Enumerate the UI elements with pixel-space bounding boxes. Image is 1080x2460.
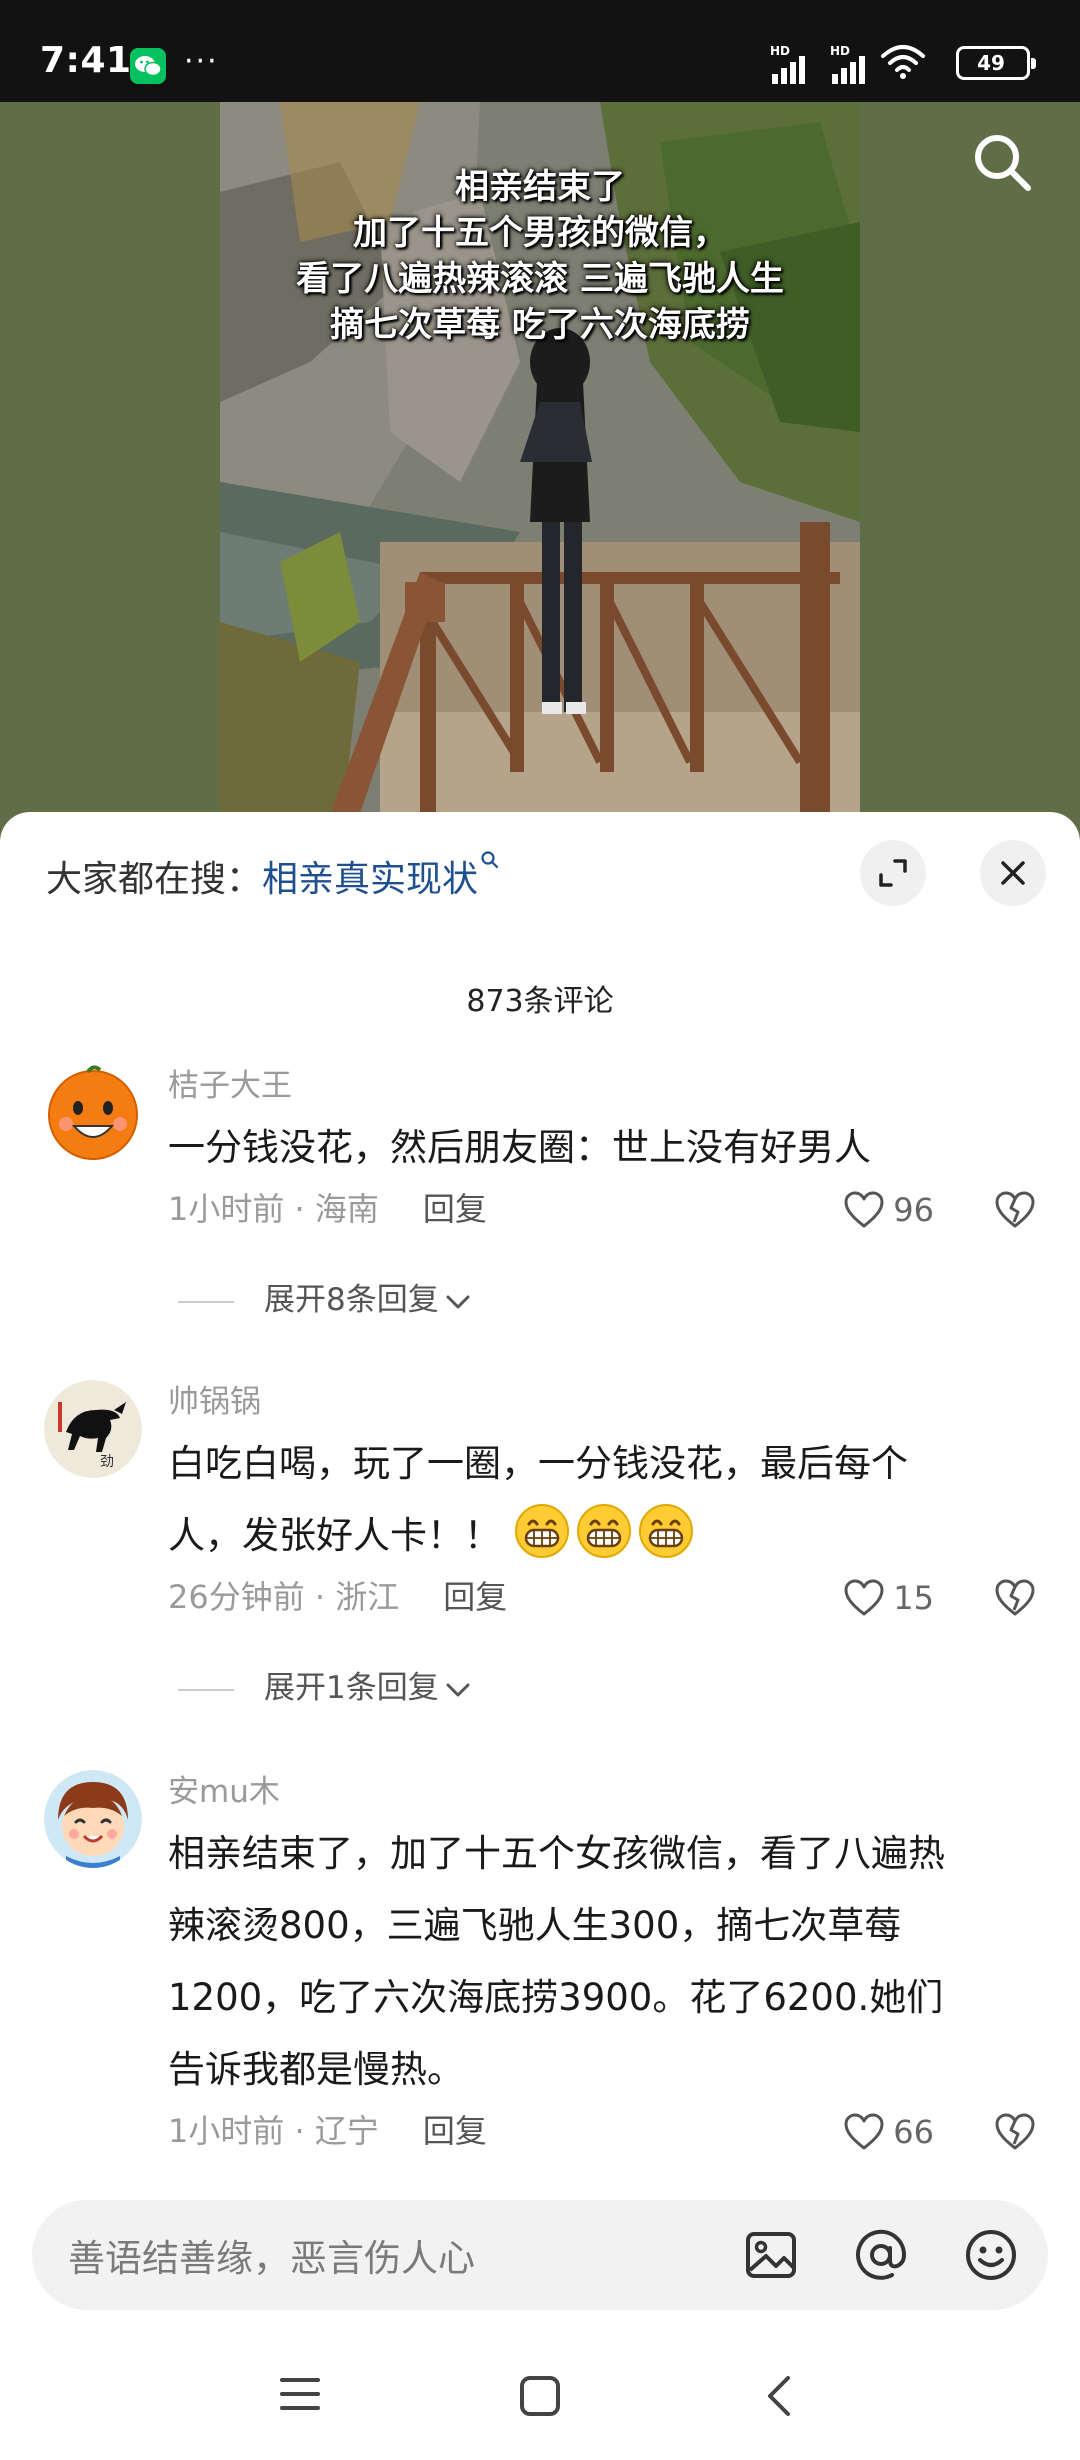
comment-input[interactable]: 善语结善缘，恶言伤人心	[32, 2200, 1048, 2310]
like-count: 66	[893, 2113, 934, 2151]
reply-button[interactable]: 回复	[423, 2112, 487, 2150]
like-count: 15	[893, 1579, 934, 1617]
comment-location: 海南	[314, 1190, 379, 1228]
comment-item: 安mu木 相亲结束了，加了十五个女孩微信，看了八遍热 辣滚烫800，三遍飞驰人生…	[0, 1770, 1080, 2180]
wechat-icon	[130, 48, 166, 84]
avatar[interactable]	[44, 1064, 142, 1162]
more-notifications-icon: ···	[184, 44, 219, 79]
screen: 7:41 ··· HD HD 49 相亲结束了 加了十五个男孩的微信， 看了八遍…	[0, 0, 1080, 2460]
expand-replies[interactable]: 展开8条回复	[178, 1274, 473, 1319]
like-button[interactable]: 66	[843, 2110, 934, 2154]
svg-text:劲: 劲	[100, 1454, 114, 1470]
signal-icon: HD	[770, 44, 826, 84]
grin-emoji-icon	[576, 1504, 631, 1558]
caption-line: 加了十五个男孩的微信，	[353, 213, 727, 253]
comment-text-line: 辣滚烫800，三遍飞驰人生300，摘七次草莓	[168, 1904, 902, 1947]
reply-button[interactable]: 回复	[423, 1190, 487, 1228]
comment-body: 帅锅锅 白吃白喝，玩了一圈，一分钱没花，最后每个 人，发张好人卡！！ 26分钟前…	[168, 1380, 1040, 1622]
divider	[178, 1688, 234, 1691]
comment-count: 873条评论	[466, 984, 614, 1019]
expand-replies-label: 展开1条回复	[264, 1670, 439, 1706]
chevron-down-icon	[446, 1683, 470, 1696]
comment-location: 浙江	[335, 1578, 400, 1616]
like-button[interactable]: 15	[843, 1576, 934, 1620]
comment-item: 桔子大王 一分钱没花，然后朋友圈：世上没有好男人 1小时前 · 海南回复 96	[0, 1064, 1080, 1318]
search-icon[interactable]	[970, 130, 1034, 194]
dislike-icon[interactable]	[994, 2112, 1036, 2152]
grin-emoji-icon	[638, 1504, 693, 1558]
expand-button[interactable]	[860, 840, 926, 906]
comment-text-line: 人，发张好人卡！！	[168, 1500, 1040, 1572]
comment-item: 劲 帅锅锅 白吃白喝，玩了一圈，一分钱没花，最后每个 人，发张好人卡！！ 26分…	[0, 1380, 1080, 1706]
caption-line: 相亲结束了	[455, 167, 625, 207]
comment-username[interactable]: 帅锅锅	[168, 1380, 1040, 1424]
status-icons: HD HD 49	[770, 44, 1036, 84]
comment-time: 1小时前	[168, 2112, 285, 2150]
caption-line: 摘七次草莓 吃了六次海底捞	[330, 305, 750, 345]
caption-line: 看了八遍热辣滚滚 三遍飞驰人生	[296, 259, 784, 299]
comment-text-line: 告诉我都是慢热。	[168, 2048, 464, 2091]
status-bar: 7:41 ··· HD HD 49	[0, 0, 1080, 102]
comment-location: 辽宁	[314, 2112, 379, 2150]
dislike-icon[interactable]	[994, 1190, 1036, 1230]
close-button[interactable]	[980, 840, 1046, 906]
back-icon[interactable]	[758, 2374, 802, 2418]
comment-meta: 1小时前 · 辽宁 回复 66	[168, 2106, 1040, 2156]
comment-text-line-content: 人，发张好人卡！！	[168, 1514, 501, 1557]
reply-button[interactable]: 回复	[443, 1578, 507, 1616]
expand-replies[interactable]: 展开1条回复	[178, 1662, 473, 1707]
divider	[178, 1300, 234, 1303]
comment-text: 相亲结束了，加了十五个女孩微信，看了八遍热 辣滚烫800，三遍飞驰人生300，摘…	[168, 1818, 1040, 2106]
video-caption: 相亲结束了 加了十五个男孩的微信， 看了八遍热辣滚滚 三遍飞驰人生 摘七次草莓 …	[220, 164, 860, 348]
comment-time: 26分钟前	[168, 1578, 305, 1616]
at-icon[interactable]	[854, 2228, 908, 2282]
close-icon	[1001, 861, 1025, 885]
heart-icon	[844, 1579, 884, 1616]
comment-meta: 1小时前 · 海南 回复 96	[168, 1184, 1040, 1234]
hot-search-bar[interactable]: 大家都在搜：相亲真实现状	[46, 850, 500, 902]
status-time: 7:41	[40, 40, 132, 81]
comment-text: 一分钱没花，然后朋友圈：世上没有好男人	[168, 1126, 871, 1169]
battery-level: 49	[977, 51, 1005, 75]
expand-icon	[879, 859, 907, 887]
battery-icon: 49	[956, 46, 1036, 80]
comment-text: 白吃白喝，玩了一圈，一分钱没花，最后每个 人，发张好人卡！！	[168, 1428, 1040, 1572]
menu-icon[interactable]	[278, 2374, 322, 2414]
comment-body: 桔子大王 一分钱没花，然后朋友圈：世上没有好男人 1小时前 · 海南 回复 96	[168, 1064, 1040, 1234]
comment-text-line: 1200，吃了六次海底捞3900。花了6200.她们	[168, 1976, 944, 2019]
grin-emoji-icon	[514, 1504, 569, 1558]
comment-input-placeholder: 善语结善缘，恶言伤人心	[68, 2237, 475, 2280]
like-count: 96	[893, 1191, 934, 1229]
search-icon	[481, 851, 499, 869]
comment-text-line: 相亲结束了，加了十五个女孩微信，看了八遍热	[168, 1832, 945, 1875]
expand-replies-label: 展开8条回复	[264, 1282, 439, 1318]
chevron-down-icon	[446, 1295, 470, 1308]
heart-icon	[844, 2113, 884, 2150]
comment-username[interactable]: 桔子大王	[168, 1064, 1040, 1108]
hot-search-link[interactable]: 相亲真实现状	[262, 859, 478, 900]
comment-body: 安mu木 相亲结束了，加了十五个女孩微信，看了八遍热 辣滚烫800，三遍飞驰人生…	[168, 1770, 1040, 2156]
comment-text-line: 白吃白喝，玩了一圈，一分钱没花，最后每个	[168, 1442, 908, 1485]
like-button[interactable]: 96	[843, 1188, 934, 1232]
comment-meta: 26分钟前 · 浙江 回复 15	[168, 1572, 1040, 1622]
avatar[interactable]	[44, 1770, 142, 1868]
signal-icon: HD	[830, 44, 886, 84]
heart-icon	[844, 1191, 884, 1228]
emoji-icon[interactable]	[964, 2228, 1018, 2282]
hot-search-prefix: 大家都在搜：	[46, 859, 263, 900]
video-player[interactable]: 相亲结束了 加了十五个男孩的微信， 看了八遍热辣滚滚 三遍飞驰人生 摘七次草莓 …	[0, 102, 1080, 842]
home-icon[interactable]	[518, 2374, 562, 2418]
image-icon[interactable]	[744, 2228, 798, 2282]
dislike-icon[interactable]	[994, 1578, 1036, 1618]
comment-time: 1小时前	[168, 1190, 285, 1228]
avatar[interactable]: 劲	[44, 1380, 142, 1478]
wifi-icon	[881, 45, 925, 79]
comment-username[interactable]: 安mu木	[168, 1770, 1040, 1814]
video-frame[interactable]: 相亲结束了 加了十五个男孩的微信， 看了八遍热辣滚滚 三遍飞驰人生 摘七次草莓 …	[220, 102, 860, 842]
system-nav-bar	[0, 2330, 1080, 2460]
